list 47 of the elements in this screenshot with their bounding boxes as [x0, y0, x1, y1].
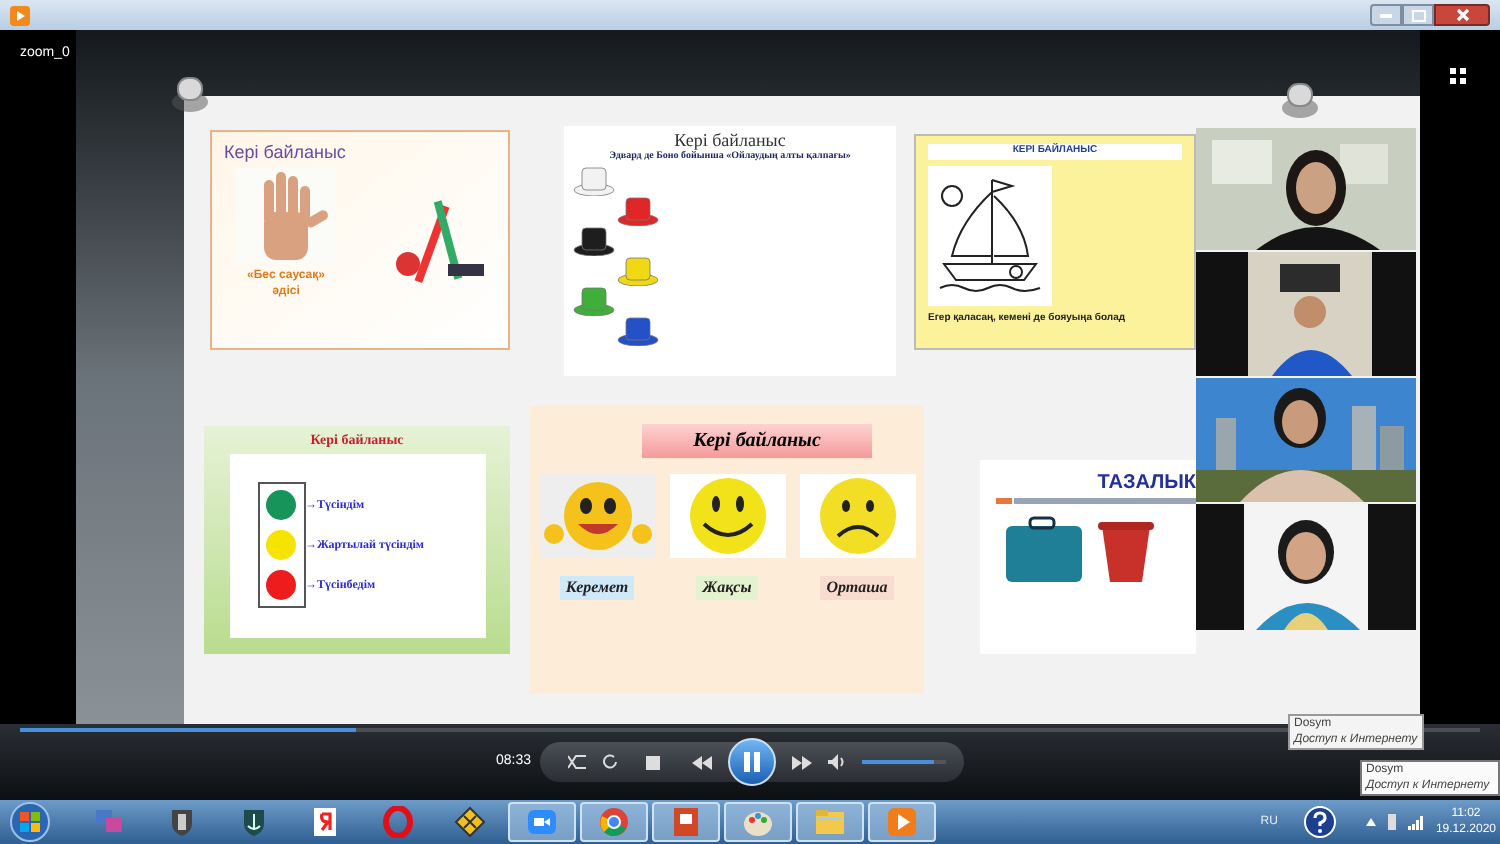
- app-icon: [382, 806, 414, 838]
- slide-title: Кері байланыс: [641, 424, 873, 458]
- slide-title: ТАЗАЛЫК: [1097, 470, 1196, 498]
- slide-title: Кері байланыс: [224, 140, 348, 166]
- app-icon: [238, 806, 270, 838]
- rating-tag: Орташа: [820, 576, 894, 600]
- minimize-button[interactable]: [1370, 4, 1402, 26]
- start-button[interactable]: [10, 802, 50, 842]
- slide-title: Кері байланыс: [674, 130, 786, 150]
- stop-icon[interactable]: [646, 755, 660, 769]
- app-icon: [94, 806, 126, 838]
- maximize-button[interactable]: [1402, 4, 1434, 26]
- pause-button[interactable]: [728, 738, 776, 786]
- close-icon: [1455, 8, 1469, 22]
- app-icon: [814, 806, 846, 838]
- app-icon: [526, 806, 558, 838]
- smiley-icon: [799, 474, 915, 558]
- network-icon[interactable]: [1407, 815, 1424, 829]
- pause-icon: [744, 752, 760, 772]
- taskbar-button[interactable]: [508, 802, 576, 842]
- app-icon: [598, 806, 630, 838]
- volume-icon[interactable]: [828, 754, 846, 770]
- app-icon[interactable]: [10, 5, 30, 25]
- shuffle-icon[interactable]: [568, 754, 586, 770]
- gallery-view-icon[interactable]: [1450, 68, 1470, 88]
- rating-tag: Жақсы: [696, 576, 758, 600]
- pin-icon: [168, 74, 212, 114]
- app-icon: [310, 806, 342, 838]
- taskbar-button[interactable]: [580, 802, 648, 842]
- next-icon[interactable]: [792, 755, 812, 769]
- minimize-icon: [1380, 13, 1392, 17]
- maximize-icon: [1411, 9, 1425, 21]
- previous-icon[interactable]: [692, 755, 712, 769]
- app-icon: [166, 806, 198, 838]
- pin-icon: [1278, 80, 1322, 120]
- rating-tag: Керемет: [559, 576, 635, 600]
- repeat-icon[interactable]: [602, 754, 618, 770]
- app-icon: [454, 806, 486, 838]
- help-icon[interactable]: [1303, 806, 1336, 838]
- app-icon: [670, 806, 702, 838]
- smiley-icon: [669, 474, 785, 558]
- taskbar-button[interactable]: [652, 802, 720, 842]
- show-hidden-icons[interactable]: [1365, 818, 1376, 826]
- app-icon: [742, 806, 774, 838]
- close-button[interactable]: [1434, 4, 1490, 26]
- app-icon: [886, 806, 918, 838]
- smiley-icon: [539, 474, 655, 558]
